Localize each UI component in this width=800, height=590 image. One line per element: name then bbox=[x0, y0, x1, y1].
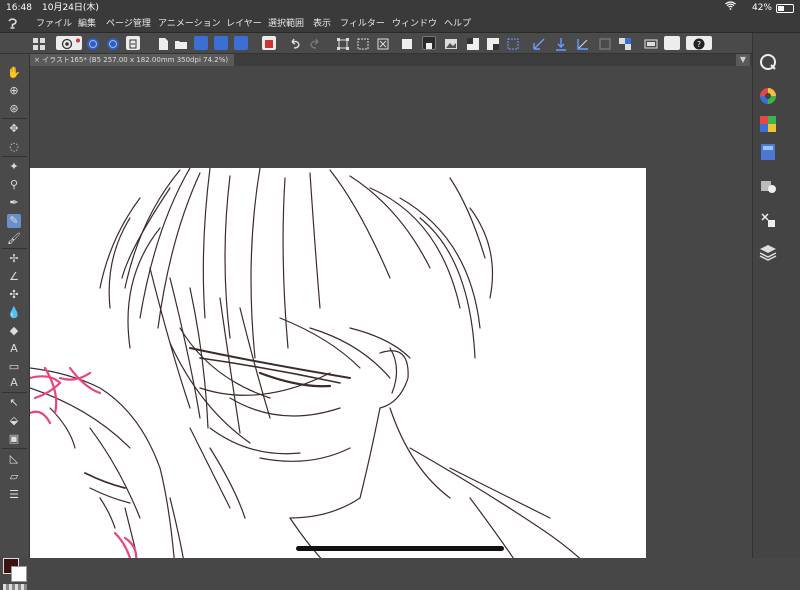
balloon-tool-icon[interactable]: ▭ bbox=[7, 360, 21, 374]
separator bbox=[2, 448, 27, 449]
material-palette-icon[interactable] bbox=[759, 143, 777, 161]
grid-snap-icon[interactable] bbox=[598, 36, 612, 50]
water-drop-icon[interactable]: 💧 bbox=[7, 306, 21, 320]
checker-icon[interactable] bbox=[618, 36, 632, 50]
frame-icon[interactable] bbox=[644, 36, 658, 50]
zoom-tool-icon[interactable]: ⊕ bbox=[7, 84, 21, 98]
open-folder-icon[interactable] bbox=[174, 36, 188, 50]
tab-menu-chevron-down-icon[interactable]: ▼ bbox=[736, 54, 750, 66]
separator bbox=[2, 248, 27, 249]
menu-selection[interactable]: 選択範囲 bbox=[268, 16, 304, 32]
svg-text:?: ? bbox=[697, 40, 701, 49]
gradient-tool-icon[interactable]: ▣ bbox=[7, 432, 21, 446]
ruler-tool-icon[interactable]: ◺ bbox=[7, 452, 21, 466]
home-indicator[interactable] bbox=[296, 546, 504, 551]
menu-animation[interactable]: アニメーション bbox=[158, 16, 221, 32]
document-tab[interactable]: × イラスト165* (B5 257.00 x 182.00mm 350dpi … bbox=[30, 54, 235, 66]
brush-tool-icon[interactable]: 🖌 bbox=[7, 232, 21, 246]
menu-window[interactable]: ウィンドウ bbox=[392, 16, 437, 32]
hand-tool-icon[interactable]: ✋ bbox=[7, 66, 21, 80]
move-layer-tool-icon[interactable]: ✥ bbox=[7, 122, 21, 136]
menu-view[interactable]: 表示 bbox=[313, 16, 331, 32]
ruler-icon[interactable] bbox=[532, 36, 546, 50]
panel-grid-icon[interactable] bbox=[32, 36, 46, 50]
frame-border-icon[interactable]: ☰ bbox=[7, 488, 21, 502]
print-icon[interactable] bbox=[262, 36, 276, 50]
pencil-tool-icon[interactable]: ✎ bbox=[7, 214, 21, 228]
document-tab-label: イラスト165* (B5 257.00 x 182.00mm 350dpi 74… bbox=[42, 56, 229, 64]
text-tool-icon-2[interactable]: A bbox=[7, 376, 21, 390]
close-tab-icon[interactable]: × bbox=[34, 56, 42, 64]
menu-file[interactable]: ファイル bbox=[36, 16, 72, 32]
eyedropper-icon[interactable]: ⚲ bbox=[7, 178, 21, 192]
undo-icon[interactable] bbox=[288, 36, 302, 50]
blend-tool-icon[interactable]: ✣ bbox=[7, 288, 21, 302]
text-tool-icon[interactable]: A bbox=[7, 342, 21, 356]
quick-access-icon[interactable] bbox=[759, 53, 777, 71]
color-set-icon[interactable] bbox=[759, 115, 777, 133]
eraser-tool-icon[interactable]: ◆ bbox=[7, 324, 21, 338]
sub-tool-icon[interactable] bbox=[759, 211, 777, 229]
mask-icon[interactable] bbox=[466, 36, 480, 50]
menu-edit[interactable]: 編集 bbox=[78, 16, 96, 32]
transparent-color-swatch[interactable] bbox=[3, 584, 27, 590]
fill-icon[interactable] bbox=[400, 36, 414, 50]
transform-icon[interactable] bbox=[336, 36, 350, 50]
separator bbox=[2, 118, 27, 119]
command-bar: ? bbox=[0, 33, 752, 54]
zoom-out-icon[interactable] bbox=[234, 36, 248, 50]
menu-help[interactable]: ヘルプ bbox=[444, 16, 471, 32]
export-icon[interactable] bbox=[126, 36, 140, 50]
pen-tool-icon[interactable]: ✒ bbox=[7, 196, 21, 210]
fill-bucket-icon[interactable]: ⬙ bbox=[7, 414, 21, 428]
tool-property-icon[interactable] bbox=[759, 177, 777, 195]
correct-line-icon[interactable]: ↖ bbox=[7, 396, 21, 410]
airbrush-tool-icon[interactable]: ∠ bbox=[7, 270, 21, 284]
save-icon[interactable] bbox=[194, 36, 208, 50]
status-time: 16:48 bbox=[6, 3, 32, 13]
menu-page-management[interactable]: ページ管理 bbox=[106, 16, 151, 32]
separator bbox=[2, 156, 27, 157]
tool-palette: ✋ ⊕ ⊛ ✥ ◌ ✦ ⚲ ✒ ✎ 🖌 ✢ ∠ ✣ 💧 ◆ A ▭ A ↖ ⬙ … bbox=[0, 54, 30, 590]
image-icon[interactable] bbox=[444, 36, 458, 50]
drawing-canvas[interactable] bbox=[30, 167, 646, 558]
color-wheel-icon[interactable] bbox=[759, 87, 777, 105]
layer-panel-icon[interactable] bbox=[759, 243, 777, 261]
document-tab-bar: × イラスト165* (B5 257.00 x 182.00mm 350dpi … bbox=[30, 54, 752, 66]
select-all-icon[interactable] bbox=[506, 36, 520, 50]
preview-icon[interactable] bbox=[664, 36, 680, 50]
zoom-in-icon[interactable] bbox=[214, 36, 228, 50]
lasso-tool-icon[interactable]: ◌ bbox=[7, 140, 21, 154]
companion-mode-button[interactable] bbox=[56, 36, 82, 50]
selection-fill-icon[interactable] bbox=[486, 36, 500, 50]
wifi-icon bbox=[725, 0, 736, 16]
status-date: 10月24日(木) bbox=[42, 3, 99, 13]
new-file-icon[interactable] bbox=[156, 36, 170, 50]
ios-status-bar: 16:48 10月24日(木) 42% bbox=[0, 0, 800, 16]
sphere-blue-icon-2[interactable] bbox=[106, 36, 120, 50]
battery-percent: 42% bbox=[751, 3, 772, 13]
decoration-tool-icon[interactable]: ✢ bbox=[7, 252, 21, 266]
eyedropper-move-icon[interactable]: ⊛ bbox=[7, 102, 21, 116]
menu-layer[interactable]: レイヤー bbox=[226, 16, 262, 32]
sub-color-swatch[interactable] bbox=[11, 566, 27, 582]
perspective-icon[interactable] bbox=[576, 36, 590, 50]
battery-icon bbox=[776, 4, 794, 13]
mesh-transform-icon[interactable] bbox=[356, 36, 370, 50]
menu-bar: ファイル 編集 ページ管理 アニメーション レイヤー 選択範囲 表示 フィルター… bbox=[0, 16, 800, 33]
right-panel-bar bbox=[752, 33, 800, 558]
auto-select-icon[interactable]: ✦ bbox=[7, 160, 21, 174]
new-layer-icon[interactable] bbox=[422, 36, 436, 50]
redo-icon[interactable] bbox=[308, 36, 322, 50]
help-button[interactable]: ? bbox=[686, 36, 712, 50]
canvas-area[interactable] bbox=[30, 67, 752, 558]
sketch-artwork bbox=[30, 167, 581, 558]
separator bbox=[2, 392, 27, 393]
sphere-blue-icon-1[interactable] bbox=[86, 36, 100, 50]
snap-icon[interactable] bbox=[554, 36, 568, 51]
app-logo-icon[interactable] bbox=[6, 17, 20, 31]
clear-selection-icon[interactable] bbox=[376, 36, 390, 50]
figure-tool-icon[interactable]: ▱ bbox=[7, 470, 21, 484]
menu-filter[interactable]: フィルター bbox=[340, 16, 385, 32]
